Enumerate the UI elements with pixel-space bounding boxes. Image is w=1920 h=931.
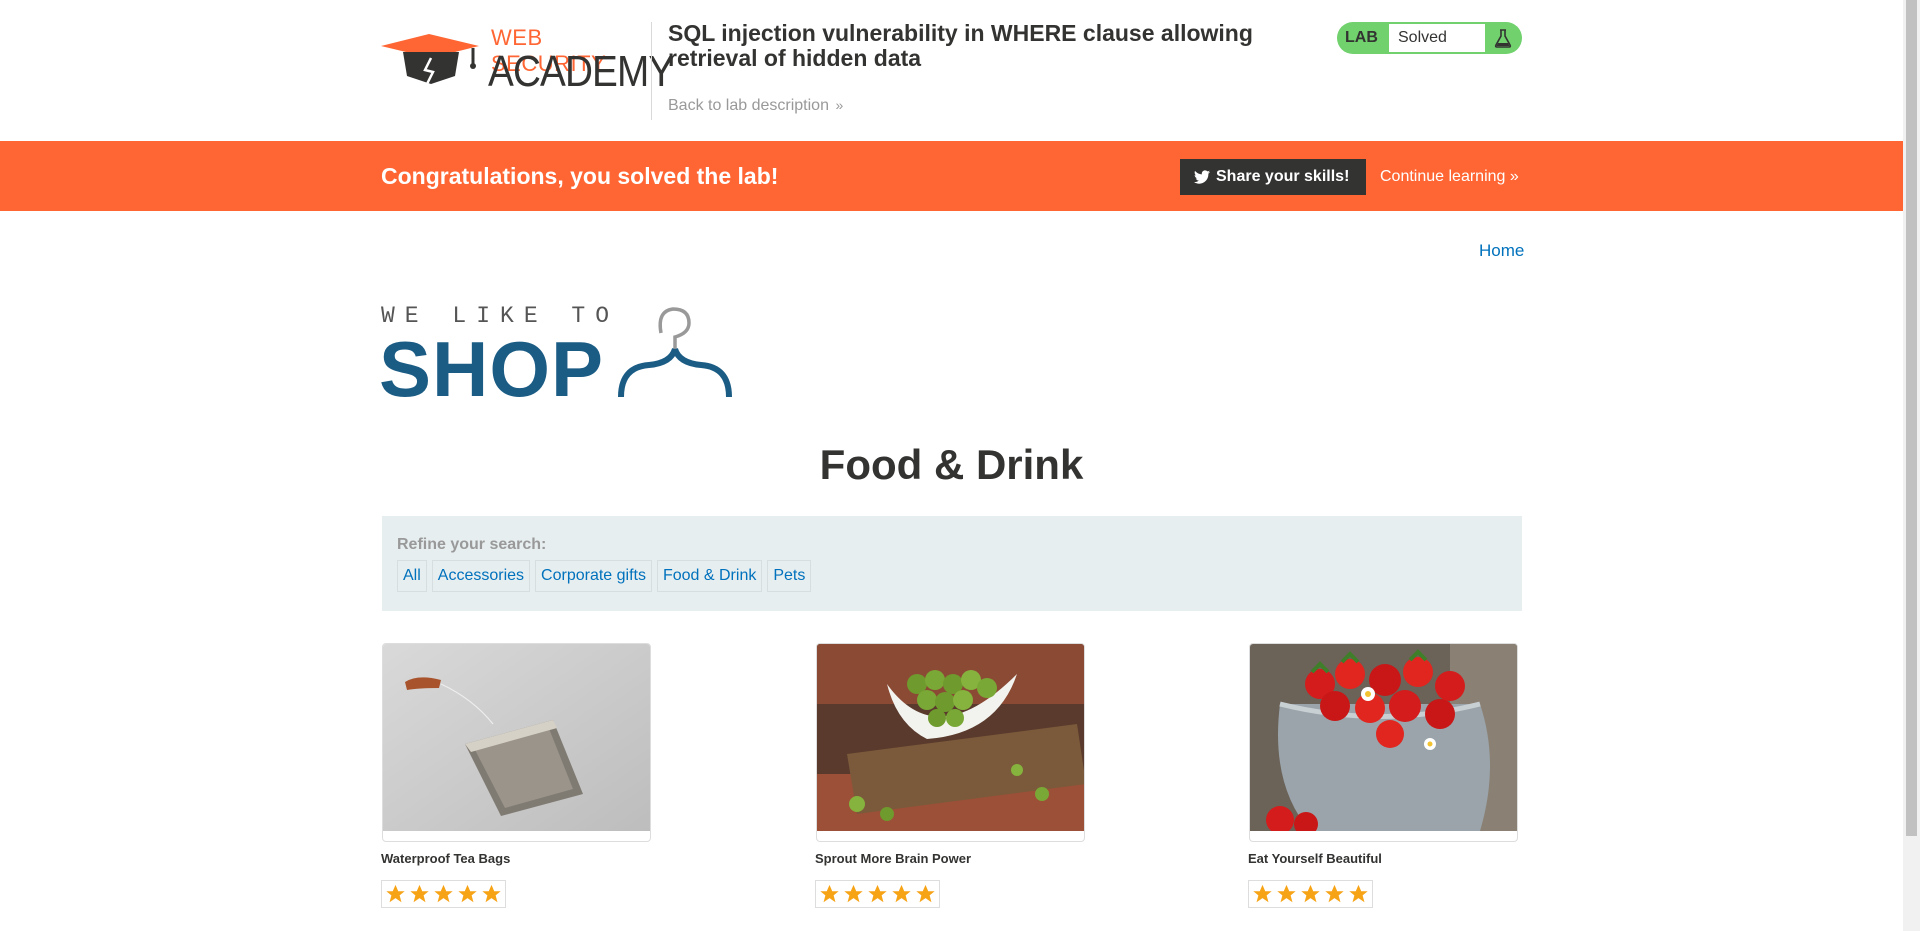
category-corporate-gifts[interactable]: Corporate gifts (535, 560, 652, 592)
star-icon (1277, 884, 1296, 903)
product-name: Waterproof Tea Bags (381, 851, 511, 866)
product-image[interactable] (1249, 643, 1518, 842)
double-chevron-right-icon: » (1509, 168, 1519, 185)
product-rating (381, 880, 506, 908)
page-title: Food & Drink (819, 441, 1084, 488)
star-icon (434, 884, 453, 903)
congratulations-message: Congratulations, you solved the lab! (381, 163, 779, 189)
product-name: Eat Yourself Beautiful (1248, 851, 1382, 866)
category-tag-list: All Accessories Corporate gifts Food & D… (397, 560, 812, 592)
product-rating (815, 880, 940, 908)
share-skills-label: Share your skills! (1216, 168, 1350, 185)
header-divider (651, 22, 652, 120)
star-icon (458, 884, 477, 903)
lab-status-box: Solved (1389, 24, 1485, 52)
twitter-icon (1194, 170, 1210, 184)
star-icon (1301, 884, 1320, 903)
lab-status-text: Solved (1398, 29, 1447, 46)
star-icon (844, 884, 863, 903)
star-icon (386, 884, 405, 903)
academy-logo[interactable]: WEB SECURITY ACADEMY (381, 20, 674, 96)
star-icon (1349, 884, 1368, 903)
clothes-hanger-icon (618, 307, 732, 398)
product-rating (1248, 880, 1373, 908)
product-image[interactable] (382, 643, 651, 842)
category-accessories[interactable]: Accessories (431, 560, 531, 592)
category-filter: Refine your search: All Accessories Corp… (382, 516, 1522, 611)
star-icon (916, 884, 935, 903)
shop-logo: WE LIKE TO SHOP (379, 298, 741, 413)
star-icon (482, 884, 501, 903)
star-icon (820, 884, 839, 903)
share-skills-button[interactable]: Share your skills! (1180, 159, 1366, 195)
flask-icon (1494, 29, 1512, 48)
product-image[interactable] (816, 643, 1085, 842)
brand-bottom-text: ACADEMY (488, 47, 674, 96)
product-grid: Waterproof Tea Bags Sprout More Brain Po… (381, 643, 1522, 931)
star-icon (892, 884, 911, 903)
shop-logo-word: SHOP (379, 325, 605, 413)
continue-learning-label: Continue learning (1380, 168, 1506, 185)
lab-badge: LAB (1345, 29, 1378, 46)
star-icon (410, 884, 429, 903)
category-food-drink[interactable]: Food & Drink (656, 560, 763, 592)
back-link-label: Back to lab description (668, 97, 829, 114)
home-link[interactable]: Home (1479, 241, 1524, 261)
graduation-cap-icon (381, 34, 479, 85)
star-icon (1253, 884, 1272, 903)
double-chevron-right-icon: » (835, 97, 844, 113)
star-icon (1325, 884, 1344, 903)
continue-learning-link[interactable]: Continue learning » (1380, 168, 1519, 186)
star-icon (868, 884, 887, 903)
category-all[interactable]: All (397, 560, 427, 592)
back-to-lab-description-link[interactable]: Back to lab description » (668, 97, 843, 115)
category-pets[interactable]: Pets (767, 560, 812, 592)
product-name: Sprout More Brain Power (815, 851, 972, 866)
lab-title: SQL injection vulnerability in WHERE cla… (668, 20, 1253, 71)
lab-status-widget: LAB Solved (1337, 22, 1522, 54)
scrollbar-thumb[interactable] (1906, 0, 1917, 836)
congratulations-banner: Congratulations, you solved the lab! Sha… (0, 141, 1903, 211)
academy-header: WEB SECURITY ACADEMY SQL injection vulne… (0, 0, 1903, 141)
refine-search-label: Refine your search: (397, 536, 547, 553)
vertical-scrollbar[interactable] (1903, 0, 1920, 931)
